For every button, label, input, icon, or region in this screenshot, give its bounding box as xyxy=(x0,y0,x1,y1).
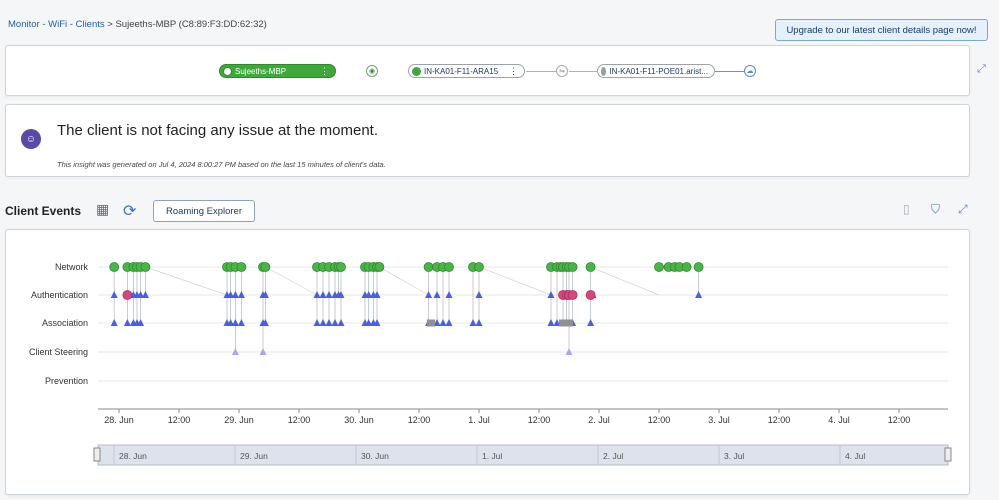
breadcrumb-wifi[interactable]: WiFi xyxy=(48,19,67,30)
table-view-icon[interactable]: ▦ xyxy=(96,201,109,218)
insight-icon: ☺ xyxy=(21,129,41,149)
network-event-point xyxy=(374,262,385,272)
network-event-point xyxy=(681,262,692,272)
transition-line xyxy=(379,266,429,296)
auth-failure-point xyxy=(585,290,596,300)
filter-icon[interactable]: ⛉ xyxy=(931,202,940,217)
breadcrumb-sep: - xyxy=(67,19,76,30)
access-point-icon xyxy=(412,66,421,76)
association-gray-point xyxy=(565,319,573,327)
ap-menu-icon[interactable]: ⋮ xyxy=(503,66,518,77)
expand-icon[interactable]: ⤢ xyxy=(977,63,986,76)
wifi-icon: ◉ xyxy=(366,65,378,77)
x-tick-label: 12:00 xyxy=(288,415,311,425)
navigator-tick-label: 30. Jun xyxy=(361,451,389,461)
switch-node[interactable]: IN-KA01-F11-POE01.arist... xyxy=(597,64,715,78)
row-label: Client Steering xyxy=(29,347,88,357)
x-tick-label: 12:00 xyxy=(648,415,671,425)
row-label: Authentication xyxy=(31,290,88,300)
navigator-tick-label: 28. Jun xyxy=(119,451,147,461)
navigator-tick-label: 3. Jul xyxy=(724,451,744,461)
insight-subtitle: This insight was generated on Jul 4, 202… xyxy=(57,160,386,169)
network-event-point xyxy=(109,262,120,272)
connector-line xyxy=(569,71,597,72)
x-tick-label: 28. Jun xyxy=(104,415,134,425)
transition-line xyxy=(265,266,318,296)
navigator-handle-right xyxy=(944,447,952,462)
upgrade-button[interactable]: Upgrade to our latest client details pag… xyxy=(775,19,988,41)
refresh-icon[interactable]: ⟳ xyxy=(123,201,136,221)
ap-name: IN-KA01-F11-ARA15 xyxy=(424,66,499,76)
roaming-explorer-button[interactable]: Roaming Explorer xyxy=(153,200,255,222)
insight-title: The client is not facing any issue at th… xyxy=(57,122,378,139)
network-event-point xyxy=(585,262,596,272)
client-menu-icon[interactable]: ⋮ xyxy=(314,66,329,77)
x-tick-label: 30. Jun xyxy=(344,415,374,425)
cloud-icon: ☁ xyxy=(744,65,756,77)
network-event-point xyxy=(693,262,704,272)
network-event-point xyxy=(567,262,578,272)
association-gray-point xyxy=(427,319,435,327)
events-chart: Network Authentication Association Client S… xyxy=(29,262,952,466)
navigator-tick-label: 29. Jun xyxy=(240,451,268,461)
breadcrumb-arrow: > xyxy=(104,19,116,30)
network-event-point xyxy=(423,262,434,272)
client-name: Sujeeths-MBP xyxy=(235,66,287,76)
x-tick-label: 12:00 xyxy=(888,415,911,425)
navigator-tick-label: 1. Jul xyxy=(482,451,502,461)
x-tick-label: 2. Jul xyxy=(588,415,610,425)
x-tick-label: 29. Jun xyxy=(224,415,254,425)
page: Monitor - WiFi - Clients > Sujeeths-MBP … xyxy=(0,0,999,500)
breadcrumb: Monitor - WiFi - Clients > Sujeeths-MBP … xyxy=(8,19,267,30)
row-label: Network xyxy=(55,262,89,272)
auth-failure-point xyxy=(122,290,133,300)
insight-card: ☺ The client is not facing any issue at … xyxy=(5,104,970,177)
network-event-point xyxy=(474,262,484,272)
breadcrumb-monitor[interactable]: Monitor xyxy=(8,19,40,30)
transition-line xyxy=(145,266,228,296)
transition-line xyxy=(590,266,660,296)
document-icon[interactable]: ▯ xyxy=(903,202,910,216)
laptop-icon xyxy=(223,66,232,76)
breadcrumb-sep: - xyxy=(39,19,49,30)
x-tick-label: 12:00 xyxy=(768,415,791,425)
network-event-point xyxy=(336,262,346,272)
x-tick-label: 12:00 xyxy=(528,415,551,425)
switch-name: IN-KA01-F11-POE01.arist... xyxy=(609,66,708,76)
x-tick-label: 12:00 xyxy=(408,415,431,425)
transition-line xyxy=(478,266,552,296)
navigator-tick-label: 2. Jul xyxy=(603,451,623,461)
x-tick-label: 12:00 xyxy=(168,415,191,425)
network-event-point xyxy=(654,262,664,272)
connector-line xyxy=(526,71,556,72)
link-icon: ⇋ xyxy=(556,65,568,77)
navigator-range xyxy=(97,444,949,466)
breadcrumb-clients[interactable]: Clients xyxy=(76,19,105,30)
ap-node[interactable]: IN-KA01-F11-ARA15 ⋮ xyxy=(408,64,525,78)
switch-icon xyxy=(601,66,607,76)
client-node[interactable]: Sujeeths-MBP ⋮ xyxy=(219,64,336,78)
navigator-handle-left xyxy=(93,447,101,462)
connector-line xyxy=(715,71,745,72)
row-label: Prevention xyxy=(45,376,88,386)
breadcrumb-current: Sujeeths-MBP (C8:89:F3:DD:62:32) xyxy=(115,19,267,30)
x-tick-label: 1. Jul xyxy=(468,415,490,425)
row-label: Association xyxy=(42,318,88,328)
network-event-point xyxy=(260,262,271,272)
events-chart-card: Network Authentication Association Client S… xyxy=(5,229,970,495)
network-event-point xyxy=(236,262,247,272)
x-tick-label: 4. Jul xyxy=(828,415,850,425)
events-title: Client Events xyxy=(5,204,82,218)
auth-failure-point xyxy=(567,290,578,300)
network-event-point xyxy=(140,262,151,272)
expand-icon[interactable]: ⤢ xyxy=(958,202,968,217)
x-tick-label: 3. Jul xyxy=(708,415,730,425)
topology-card: Sujeeths-MBP ⋮ ◉ IN-KA01-F11-ARA15 ⋮ ⇋ I… xyxy=(5,45,970,96)
navigator-tick-label: 4. Jul xyxy=(845,451,865,461)
network-event-point xyxy=(444,262,454,272)
